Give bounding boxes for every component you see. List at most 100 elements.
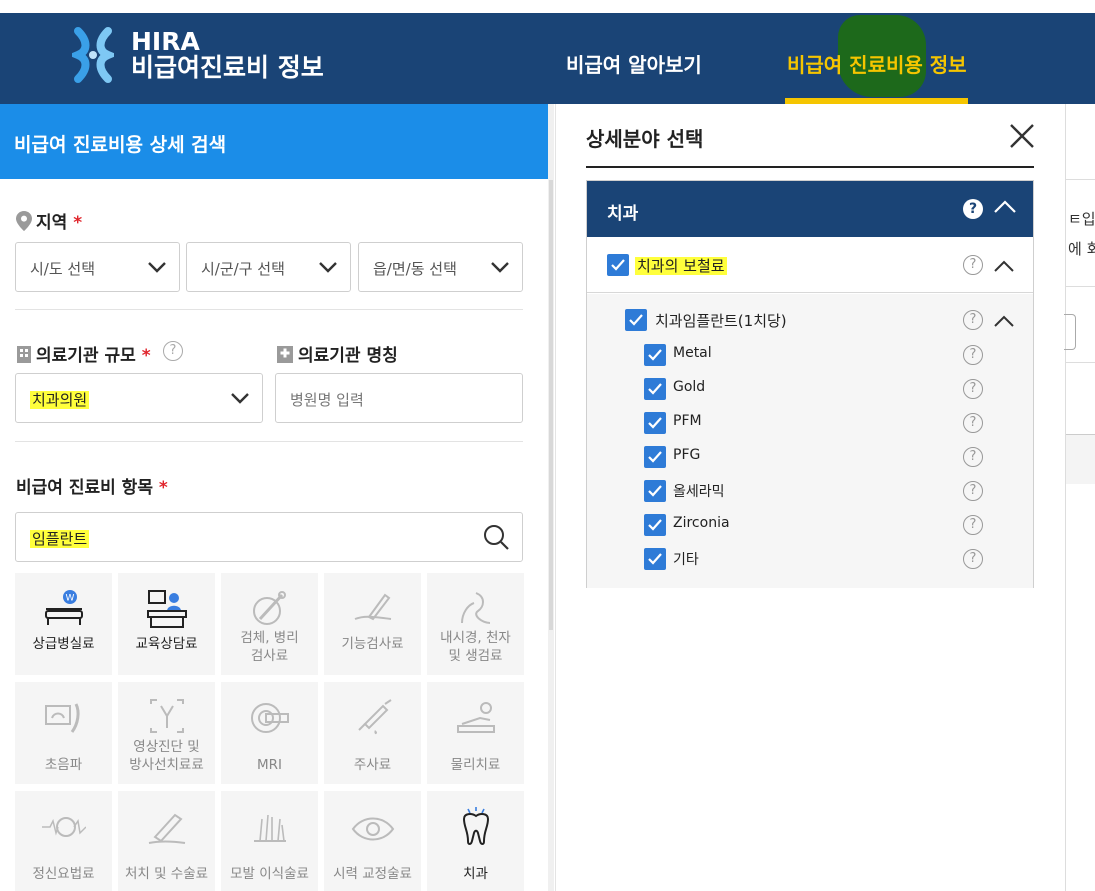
nav-non-covered-cost-info[interactable]: 비급여 진료비용 정보 — [787, 49, 967, 78]
help-icon[interactable]: ? — [963, 413, 983, 433]
category-endoscope[interactable]: 내시경, 천자 및 생검료 — [427, 573, 524, 675]
search-panel-title: 비급여 진료비용 상세 검색 — [14, 134, 227, 156]
left-scrollbar-thumb[interactable] — [549, 180, 553, 630]
surgery-icon — [148, 813, 186, 844]
counseling-desk-icon — [147, 590, 187, 628]
option-checkbox[interactable] — [644, 480, 666, 502]
category-psychotherapy[interactable]: 정신요법료 — [15, 791, 112, 891]
detail-field-modal: 상세분야 선택 치과 ? 치과의 보철료 ? 치과임플란트(1치당) ? Met… — [555, 104, 1065, 891]
help-icon[interactable]: ? — [963, 255, 983, 275]
category-xray[interactable]: 영상진단 및 방사선치료료 — [118, 682, 215, 784]
category-mri[interactable]: MRI — [221, 682, 318, 784]
category-function-test[interactable]: 기능검사료 — [324, 573, 421, 675]
category-surgery[interactable]: 처치 및 수술료 — [118, 791, 215, 891]
option-label[interactable]: Zirconia — [673, 515, 730, 531]
category-label: 물리치료 — [450, 757, 501, 773]
building-icon — [17, 346, 31, 363]
check-icon — [648, 485, 662, 497]
option-label[interactable]: PFG — [673, 447, 700, 463]
physical-therapy-icon — [457, 702, 495, 733]
close-icon[interactable] — [1008, 122, 1036, 150]
option-label[interactable]: 올세라믹 — [673, 481, 725, 501]
facility-scale-value: 치과의원 — [30, 389, 90, 410]
option-checkbox[interactable] — [644, 378, 666, 400]
help-icon[interactable]: ? — [963, 549, 983, 569]
hira-logo-icon[interactable] — [67, 27, 119, 83]
category-label: 검체, 병리 검사료 — [240, 630, 299, 664]
highlighted-text: 임플란트 — [30, 530, 90, 548]
category-ultrasound[interactable]: 초음파 — [15, 682, 112, 784]
option-label[interactable]: PFM — [673, 413, 702, 429]
help-icon[interactable]: ? — [963, 447, 983, 467]
help-icon[interactable]: ? — [963, 199, 983, 219]
option-checkbox[interactable] — [644, 446, 666, 468]
help-icon[interactable]: ? — [963, 515, 983, 535]
option-checkbox[interactable] — [644, 514, 666, 536]
category-specimen[interactable]: 검체, 병리 검사료 — [221, 573, 318, 675]
option-checkbox[interactable] — [644, 412, 666, 434]
divider — [15, 309, 523, 310]
category-label: 모발 이식술료 — [230, 866, 309, 882]
sido-select[interactable]: 시/도 선택 — [15, 242, 180, 292]
check-icon — [648, 519, 662, 531]
facility-name-input[interactable]: 병원명 입력 — [275, 373, 523, 423]
option-checkbox[interactable] — [644, 344, 666, 366]
chevron-up-icon[interactable] — [993, 314, 1015, 328]
help-icon[interactable]: ? — [963, 310, 983, 330]
hair-transplant-icon — [254, 814, 286, 842]
check-icon — [648, 349, 662, 361]
eupmyeondong-select-value: 읍/면/동 선택 — [373, 260, 457, 278]
group-checkbox[interactable] — [607, 254, 629, 276]
location-pin-icon — [16, 211, 32, 231]
required-mark: * — [141, 346, 151, 366]
brain-icon — [42, 817, 86, 837]
item-search-input[interactable]: 임플란트 — [15, 512, 523, 562]
facility-scale-select[interactable]: 치과의원 — [15, 373, 263, 423]
category-counseling[interactable]: 교육상담료 — [118, 573, 215, 675]
category-dental[interactable]: 치과 — [427, 791, 524, 891]
category-injection[interactable]: 주사료 — [324, 682, 421, 784]
item-label: 비급여 진료비 항목 * — [16, 473, 168, 498]
hospital-icon — [277, 346, 293, 363]
nav-non-covered-overview[interactable]: 비급여 알아보기 — [566, 49, 702, 78]
chevron-up-icon[interactable] — [993, 198, 1017, 216]
option-label[interactable]: Metal — [673, 345, 712, 361]
tree-category-header[interactable]: 치과 ? — [587, 181, 1033, 237]
item-search-value: 임플란트 — [30, 528, 90, 549]
sigungu-select[interactable]: 시/군/구 선택 — [186, 242, 351, 292]
option-label[interactable]: 기타 — [673, 549, 699, 569]
item-label-text: 비급여 진료비 항목 — [16, 478, 153, 498]
region-label-text: 지역 — [36, 213, 68, 233]
help-icon[interactable]: ? — [963, 379, 983, 399]
highlighted-text: 치과의원 — [30, 391, 90, 409]
category-vision-correction[interactable]: 시력 교정술료 — [324, 791, 421, 891]
category-physical-therapy[interactable]: 물리치료 — [427, 682, 524, 784]
highlighted-text: 치과의 보철료 — [635, 257, 727, 275]
category-label: 치과 — [463, 866, 488, 882]
help-icon[interactable]: ? — [963, 345, 983, 365]
option-checkbox[interactable] — [644, 548, 666, 570]
tree-group-row[interactable]: 치과의 보철료 ? — [587, 237, 1033, 293]
help-icon[interactable]: ? — [163, 341, 183, 361]
category-label: 처치 및 수술료 — [124, 866, 209, 882]
search-icon[interactable] — [482, 523, 510, 551]
eupmyeondong-select[interactable]: 읍/면/동 선택 — [358, 242, 523, 292]
check-icon — [648, 553, 662, 565]
option-label[interactable]: Gold — [673, 379, 705, 395]
modal-title: 상세분야 선택 — [586, 127, 704, 151]
hospital-bed-icon: W — [45, 590, 83, 625]
eye-icon — [351, 817, 395, 841]
region-label: 지역 * — [16, 208, 82, 233]
category-hospital-room[interactable]: W 상급병실료 — [15, 573, 112, 675]
tree-sub-area: 치과임플란트(1치당) ? Metal ? Gold ? PFM ? PFG ?… — [587, 294, 1033, 588]
check-icon — [611, 259, 625, 271]
site-logo-text[interactable]: HIRA 비급여진료비 정보 — [131, 29, 324, 81]
help-icon[interactable]: ? — [963, 481, 983, 501]
category-label: 시력 교정술료 — [333, 866, 412, 882]
subgroup-label[interactable]: 치과임플란트(1치당) — [655, 310, 787, 331]
facility-name-label-text: 의료기관 명칭 — [298, 346, 398, 366]
subgroup-checkbox[interactable] — [625, 309, 647, 331]
chevron-down-icon — [491, 262, 509, 273]
category-hair-transplant[interactable]: 모발 이식술료 — [221, 791, 318, 891]
chevron-up-icon[interactable] — [993, 259, 1015, 273]
